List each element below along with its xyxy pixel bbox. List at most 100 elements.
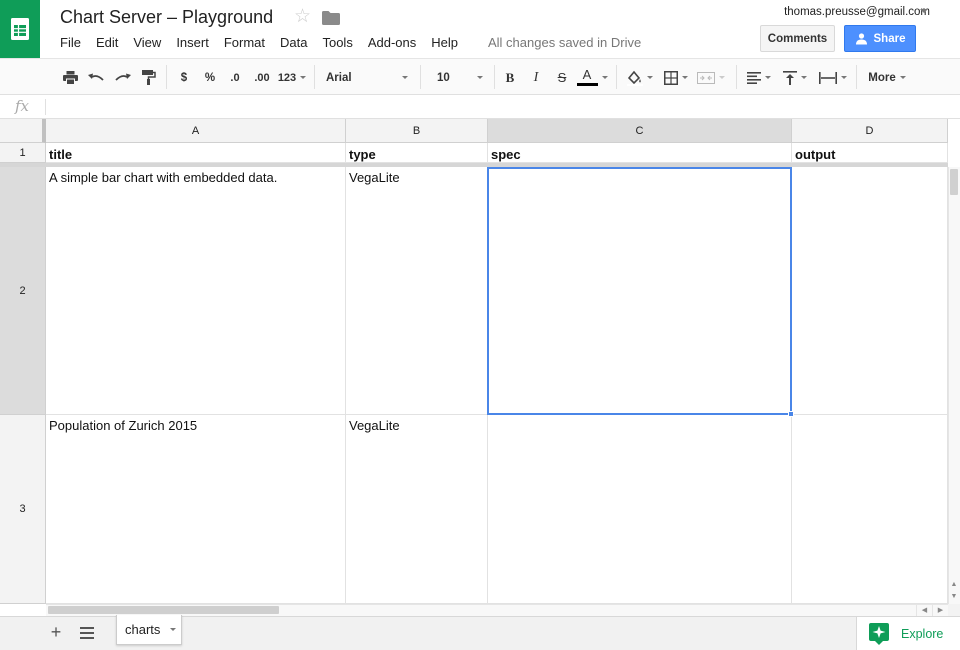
- share-button[interactable]: Share: [844, 25, 916, 52]
- toolbar-divider: [494, 65, 495, 89]
- italic-button[interactable]: I: [528, 59, 544, 96]
- add-sheet-icon[interactable]: +: [48, 622, 64, 642]
- decrease-decimals-button[interactable]: .0: [225, 59, 245, 96]
- cell-c2[interactable]: [488, 167, 792, 415]
- column-header-b[interactable]: B: [346, 119, 488, 143]
- font-size-dropdown[interactable]: 10: [433, 59, 487, 96]
- sheet-tab-charts[interactable]: charts: [116, 615, 182, 645]
- chevron-down-icon: [841, 76, 847, 79]
- row-header-1[interactable]: 1: [0, 143, 46, 163]
- menu-file[interactable]: File: [60, 35, 81, 51]
- toolbar-divider: [166, 65, 167, 89]
- share-people-icon: [855, 32, 867, 44]
- merge-cells-icon: [697, 71, 715, 84]
- scroll-left-arrow-icon[interactable]: ◀: [916, 604, 932, 616]
- horizontal-scroll-thumb[interactable]: [48, 606, 279, 614]
- menu-data[interactable]: Data: [280, 35, 307, 51]
- redo-icon[interactable]: [114, 59, 132, 96]
- currency-format-button[interactable]: $: [176, 59, 192, 96]
- sheet-tab-label: charts: [125, 622, 161, 637]
- account-chevron-down-icon[interactable]: [920, 9, 928, 13]
- cell-c3[interactable]: [488, 415, 792, 604]
- strikethrough-button[interactable]: S: [554, 59, 570, 96]
- menu-format[interactable]: Format: [224, 35, 265, 51]
- cell-c1[interactable]: spec: [488, 143, 792, 163]
- cell-a1[interactable]: title: [46, 143, 346, 163]
- text-color-icon: A: [576, 67, 598, 86]
- explore-button[interactable]: Explore: [856, 617, 960, 650]
- print-icon[interactable]: [61, 59, 79, 96]
- fill-handle[interactable]: [788, 411, 794, 417]
- document-title[interactable]: Chart Server – Playground: [60, 7, 273, 28]
- scroll-up-arrow-icon[interactable]: ▲: [948, 578, 960, 590]
- text-color-dropdown[interactable]: A: [576, 59, 608, 96]
- scroll-down-arrow-icon[interactable]: ▼: [948, 590, 960, 602]
- comments-button[interactable]: Comments: [760, 25, 835, 52]
- chevron-down-icon[interactable]: [170, 628, 177, 631]
- more-toolbar-label: More: [868, 71, 896, 84]
- save-status[interactable]: All changes saved in Drive: [488, 35, 641, 50]
- more-formats-dropdown[interactable]: 123: [277, 59, 307, 96]
- scroll-right-arrow-icon[interactable]: ▶: [932, 604, 948, 616]
- text-color-swatch: [576, 83, 598, 86]
- column-header-a[interactable]: A: [46, 119, 346, 143]
- fill-color-dropdown[interactable]: [624, 59, 656, 96]
- menu-help[interactable]: Help: [431, 35, 458, 51]
- menu-edit[interactable]: Edit: [96, 35, 118, 51]
- sheets-logo-icon[interactable]: [0, 0, 40, 58]
- toolbar-divider: [314, 65, 315, 89]
- vertical-scroll-thumb[interactable]: [950, 169, 958, 195]
- more-toolbar-dropdown[interactable]: More: [862, 59, 912, 96]
- toolbar-divider: [736, 65, 737, 89]
- vertical-align-dropdown[interactable]: [780, 59, 810, 96]
- cell-d2[interactable]: [792, 167, 948, 415]
- chevron-down-icon: [601, 76, 608, 79]
- menu-add-ons[interactable]: Add-ons: [368, 35, 416, 51]
- font-family-dropdown[interactable]: Arial: [322, 59, 412, 96]
- account-email[interactable]: thomas.preusse@gmail.com: [784, 6, 930, 18]
- chevron-down-icon: [477, 76, 483, 79]
- all-sheets-icon[interactable]: [80, 627, 94, 639]
- row-header-3[interactable]: 3: [0, 415, 46, 604]
- text-wrapping-dropdown[interactable]: [816, 59, 850, 96]
- column-header-c[interactable]: C: [488, 119, 792, 143]
- merge-cells-dropdown[interactable]: [694, 59, 728, 96]
- fx-icon: fx: [15, 97, 30, 115]
- star-icon[interactable]: ☆: [294, 7, 311, 27]
- toolbar: $ % .0 .00 123 Arial 10 B I S A More: [0, 58, 960, 95]
- explore-label: Explore: [901, 626, 944, 641]
- vertical-scrollbar[interactable]: [948, 167, 960, 604]
- horizontal-align-dropdown[interactable]: [744, 59, 774, 96]
- cell-b2[interactable]: VegaLite: [346, 167, 488, 415]
- bold-button[interactable]: B: [502, 59, 518, 96]
- toolbar-divider: [856, 65, 857, 89]
- text-wrap-icon: [819, 71, 837, 84]
- chevron-down-icon: [682, 76, 688, 79]
- cell-b1[interactable]: type: [346, 143, 488, 163]
- cell-d3[interactable]: [792, 415, 948, 604]
- chevron-down-icon: [899, 76, 906, 79]
- chevron-down-icon: [765, 76, 771, 79]
- increase-decimals-button[interactable]: .00: [250, 59, 274, 96]
- borders-dropdown[interactable]: [660, 59, 692, 96]
- folder-icon[interactable]: [322, 11, 340, 25]
- text-color-glyph: A: [582, 67, 592, 82]
- cell-a3[interactable]: Population of Zurich 2015: [46, 415, 346, 604]
- menu-insert[interactable]: Insert: [176, 35, 209, 51]
- select-all-corner[interactable]: [0, 119, 46, 143]
- percent-format-button[interactable]: %: [202, 59, 218, 96]
- chevron-down-icon: [647, 76, 653, 79]
- menu-tools[interactable]: Tools: [322, 35, 352, 51]
- chevron-down-icon: [300, 76, 307, 79]
- row-header-2[interactable]: 2: [0, 167, 46, 415]
- valign-top-icon: [783, 70, 797, 85]
- menu-view[interactable]: View: [133, 35, 161, 51]
- cell-d1[interactable]: output: [792, 143, 948, 163]
- undo-icon[interactable]: [87, 59, 105, 96]
- column-header-d[interactable]: D: [792, 119, 948, 143]
- formula-bar[interactable]: [0, 95, 960, 119]
- paint-format-icon[interactable]: [140, 59, 158, 96]
- formula-bar-divider: [45, 99, 46, 115]
- cell-a2[interactable]: A simple bar chart with embedded data.: [46, 167, 346, 415]
- cell-b3[interactable]: VegaLite: [346, 415, 488, 604]
